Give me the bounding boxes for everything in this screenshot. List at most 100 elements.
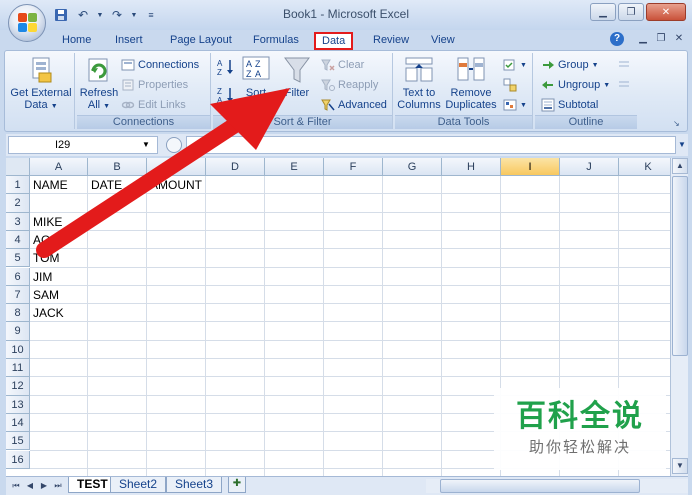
close-button[interactable]: ✕	[646, 3, 686, 21]
advanced-button[interactable]: Advanced	[321, 97, 387, 113]
data-validation-button[interactable]: ▼	[503, 57, 527, 73]
row-header-16[interactable]: 16	[6, 450, 30, 469]
cell-a5[interactable]: TOM	[30, 249, 59, 267]
name-box[interactable]: I29	[8, 136, 158, 154]
consolidate-button[interactable]	[503, 77, 517, 93]
column-header-d[interactable]: D	[206, 158, 265, 176]
row-header-15[interactable]: 15	[6, 432, 30, 451]
chevron-down-icon: ▼	[520, 101, 527, 109]
group-connections: Refresh All ▼ Connections Properties Edi…	[77, 53, 211, 129]
row-header-10[interactable]: 10	[6, 340, 30, 359]
column-header-e[interactable]: E	[265, 158, 324, 176]
hide-detail-icon[interactable]	[617, 77, 631, 93]
row-header-4[interactable]: 4	[6, 230, 30, 250]
tab-formulas[interactable]: Formulas	[247, 32, 305, 50]
remove-duplicates-button[interactable]: Remove Duplicates	[443, 55, 499, 111]
clear-button[interactable]: Clear	[321, 57, 364, 73]
restore-button[interactable]: ❐	[618, 3, 644, 21]
row-header-8[interactable]: 8	[6, 304, 30, 323]
row-header-12[interactable]: 12	[6, 377, 30, 396]
row-header-1[interactable]: 1	[6, 176, 30, 195]
row-header-5[interactable]: 5	[6, 249, 30, 268]
row-header-9[interactable]: 9	[6, 322, 30, 341]
insert-sheet-icon[interactable]: ✚	[228, 477, 246, 493]
show-detail-icon[interactable]	[617, 57, 631, 73]
column-header-g[interactable]: G	[383, 158, 442, 176]
next-sheet-icon[interactable]: ▶	[38, 480, 50, 492]
expand-formula-bar-icon[interactable]: ▼	[676, 136, 688, 154]
column-header-h[interactable]: H	[442, 158, 501, 176]
row-header-7[interactable]: 7	[6, 285, 30, 305]
scroll-up-icon[interactable]: ▲	[672, 158, 688, 174]
chevron-down-icon: ▼	[103, 103, 111, 110]
edit-links-button[interactable]: Edit Links	[121, 97, 186, 113]
column-header-k[interactable]: K	[619, 158, 670, 176]
horizontal-scrollbar[interactable]	[426, 479, 688, 493]
get-external-data-button[interactable]: Get External Data ▼	[9, 55, 73, 113]
tab-page-layout[interactable]: Page Layout	[164, 32, 238, 50]
refresh-all-button[interactable]: Refresh All ▼	[79, 55, 119, 113]
sort-ascending-button[interactable]: AZ	[217, 59, 235, 77]
tab-data[interactable]: Data	[314, 32, 354, 50]
column-header-b[interactable]: B	[88, 158, 147, 176]
filter-button[interactable]: Filter	[279, 55, 315, 99]
title-bar: ↶ ▼ ↷ ▼ ≡ Book1 - Microsoft Excel ▁ ❐ ✕	[0, 0, 692, 30]
reapply-button[interactable]: Reapply	[321, 77, 378, 93]
name-box-dropdown-icon[interactable]: ▼	[142, 140, 150, 149]
ungroup-label: Ungroup	[558, 79, 601, 91]
cell-a8[interactable]: JACK	[30, 304, 64, 322]
first-sheet-icon[interactable]: ⏮	[10, 480, 22, 492]
formula-input[interactable]	[186, 136, 676, 154]
sort-descending-button[interactable]: ZA	[217, 87, 235, 105]
dialog-launcher-icon[interactable]: ↘	[673, 119, 683, 129]
tab-view[interactable]: View	[425, 32, 461, 50]
horizontal-scroll-thumb[interactable]	[440, 479, 640, 493]
column-header-j[interactable]: J	[560, 158, 619, 176]
minimize-button[interactable]: ▁	[590, 3, 616, 21]
tab-insert[interactable]: Insert	[109, 32, 149, 50]
cell-a3[interactable]: MIKE	[30, 213, 62, 231]
scroll-down-icon[interactable]: ▼	[672, 458, 688, 474]
tab-review[interactable]: Review	[367, 32, 415, 50]
filter-funnel-icon	[282, 55, 312, 85]
column-header-a[interactable]: A	[30, 158, 88, 176]
prev-sheet-icon[interactable]: ◀	[24, 480, 36, 492]
vertical-scrollbar[interactable]: ▲ ▼	[670, 158, 688, 476]
what-if-analysis-button[interactable]: ▼	[503, 97, 527, 113]
connections-group-label: Connections	[77, 115, 210, 129]
cell-a7[interactable]: SAM	[30, 286, 59, 304]
workbook-restore-button[interactable]: ❐	[654, 32, 668, 46]
text-to-columns-button[interactable]: Text to Columns	[397, 55, 441, 111]
tab-home[interactable]: Home	[56, 32, 97, 50]
sort-button[interactable]: AZZA Sort	[239, 55, 273, 99]
sheet-tab-sheet2[interactable]: Sheet2	[110, 477, 167, 493]
workbook-close-button[interactable]: ✕	[672, 32, 686, 46]
column-header-f[interactable]: F	[324, 158, 383, 176]
properties-button[interactable]: Properties	[121, 77, 188, 93]
cell-b1[interactable]: DATE	[88, 176, 122, 194]
column-header-c[interactable]: C	[147, 158, 206, 176]
help-icon[interactable]: ?	[610, 32, 624, 46]
row-header-2[interactable]: 2	[6, 194, 30, 213]
row-header-11[interactable]: 11	[6, 359, 30, 378]
row-header-6[interactable]: 6	[6, 267, 30, 286]
cell-c1[interactable]: AMOUNT	[147, 176, 202, 194]
cell-a1[interactable]: NAME	[30, 176, 68, 194]
workbook-minimize-button[interactable]: ▁	[636, 32, 650, 46]
subtotal-button[interactable]: Subtotal	[541, 97, 598, 113]
group-button[interactable]: Group ▼	[541, 57, 599, 73]
ungroup-button[interactable]: Ungroup ▼	[541, 77, 610, 93]
cell-a4[interactable]: AGN	[30, 231, 59, 249]
cell-a6[interactable]: JIM	[30, 268, 52, 286]
column-header-i[interactable]: I	[501, 158, 560, 176]
row-header-13[interactable]: 13	[6, 395, 30, 414]
formula-bar-handle-icon[interactable]	[166, 137, 182, 153]
connections-button[interactable]: Connections	[121, 57, 199, 73]
last-sheet-icon[interactable]: ⏭	[52, 480, 64, 492]
vertical-scroll-thumb[interactable]	[672, 176, 688, 356]
sheet-tab-sheet3[interactable]: Sheet3	[166, 477, 223, 493]
office-button[interactable]	[8, 4, 46, 42]
row-header-3[interactable]: 3	[6, 212, 30, 231]
row-header-14[interactable]: 14	[6, 413, 30, 433]
window-controls: ▁ ❐ ✕	[590, 3, 686, 21]
